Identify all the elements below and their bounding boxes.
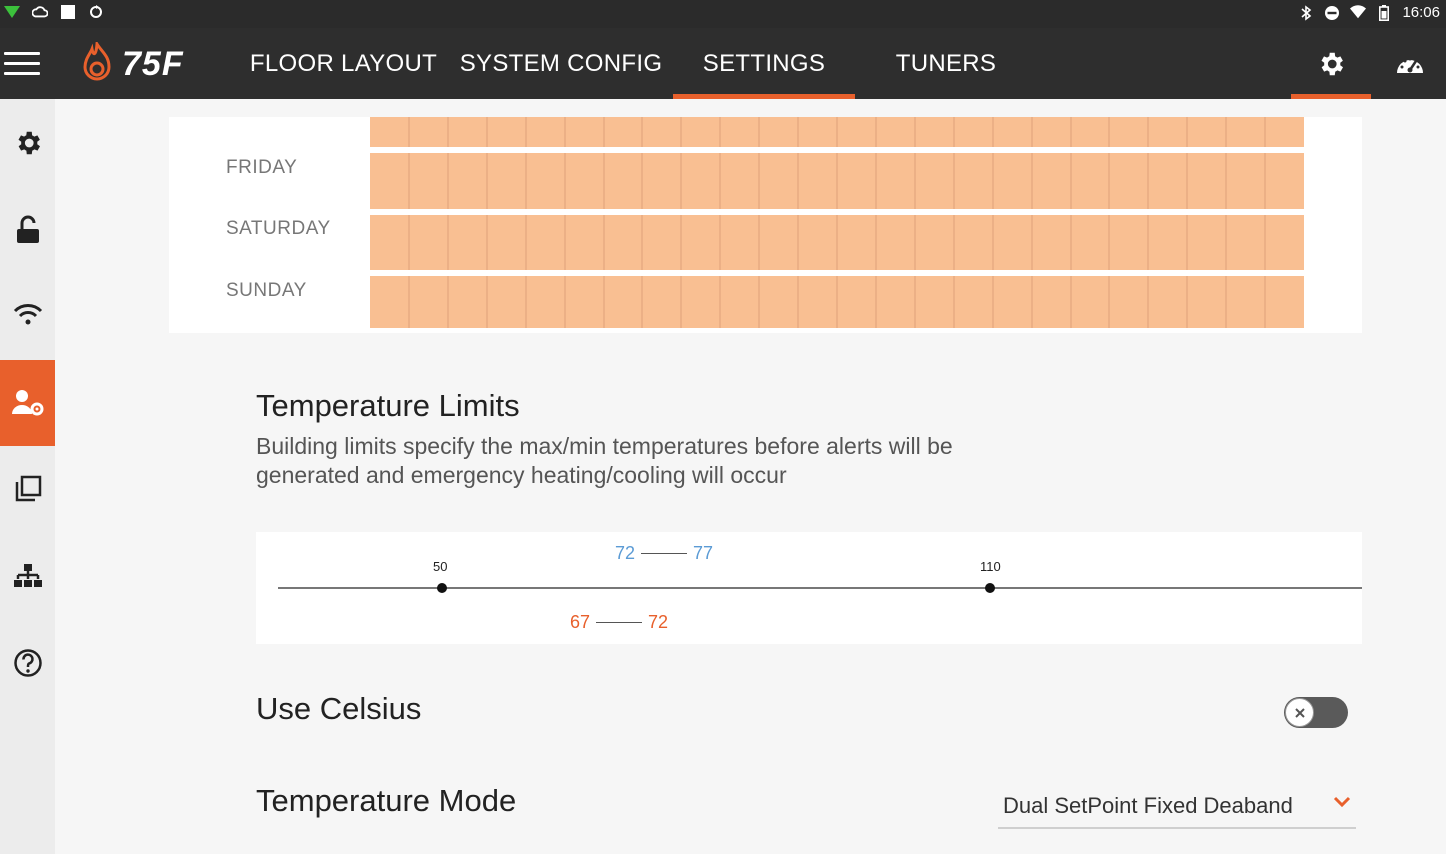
sidebar xyxy=(0,99,55,854)
temperature-mode-value: Dual SetPoint Fixed Deaband xyxy=(1003,793,1293,818)
schedule-grid[interactable] xyxy=(370,117,1304,328)
sync-icon xyxy=(88,4,104,20)
tab-label: FLOOR LAYOUT xyxy=(249,49,438,77)
chevron-down-icon xyxy=(1333,796,1351,808)
tab-tuners[interactable]: TUNERS xyxy=(873,28,1019,99)
heating-range[interactable]: 67 72 xyxy=(570,612,668,633)
cooling-high: 77 xyxy=(693,543,714,563)
heating-low: 67 xyxy=(570,612,591,632)
sidebar-item-security[interactable] xyxy=(0,200,55,260)
day-label-saturday: SATURDAY xyxy=(226,218,331,239)
unlock-icon xyxy=(16,215,39,243)
building-max-label: 110 xyxy=(980,559,1001,574)
close-icon xyxy=(1294,707,1305,718)
temperature-mode-label: Temperature Mode xyxy=(256,783,517,818)
tab-settings[interactable]: SETTINGS xyxy=(673,28,855,99)
heating-high: 72 xyxy=(648,612,669,632)
active-tab-indicator xyxy=(673,94,855,99)
dnd-icon xyxy=(1324,5,1340,21)
wifi-icon xyxy=(13,304,42,325)
sidebar-item-user-settings[interactable] xyxy=(0,360,55,446)
sidebar-item-network[interactable] xyxy=(0,546,55,606)
sidebar-item-help[interactable] xyxy=(0,633,55,693)
tab-label: SYSTEM CONFIG xyxy=(459,49,663,77)
building-max-handle[interactable] xyxy=(985,583,995,593)
bluetooth-icon xyxy=(1298,4,1314,21)
app-bar: 75F FLOOR LAYOUT SYSTEM CONFIG SETTINGS … xyxy=(0,28,1446,99)
active-icon-indicator xyxy=(1291,94,1371,99)
day-separator xyxy=(370,270,1304,276)
help-icon xyxy=(13,649,42,677)
tab-system-config[interactable]: SYSTEM CONFIG xyxy=(455,28,667,99)
settings-gear-icon xyxy=(18,131,40,155)
day-label-sunday: SUNDAY xyxy=(226,280,307,301)
building-min-label: 50 xyxy=(433,559,448,574)
temperature-limits-description: Building limits specify the max/min temp… xyxy=(256,433,953,488)
schedule-card: FRIDAY SATURDAY SUNDAY xyxy=(169,117,1362,333)
sidebar-item-wifi[interactable] xyxy=(0,285,55,345)
tab-label: SETTINGS xyxy=(702,49,826,77)
status-bar: 16:06 xyxy=(0,0,1446,28)
logo: 75F xyxy=(78,42,184,86)
sidebar-item-copy[interactable] xyxy=(0,459,55,519)
use-celsius-toggle[interactable] xyxy=(1284,697,1348,728)
cooling-low: 72 xyxy=(615,543,636,563)
settings-gear-icon xyxy=(1321,52,1343,75)
logo-flame-icon xyxy=(83,42,111,81)
tab-floor-layout[interactable]: FLOOR LAYOUT xyxy=(246,28,441,99)
signal-icon xyxy=(4,4,20,20)
copy-icon xyxy=(15,475,41,502)
day-separator xyxy=(370,209,1304,215)
range-dash xyxy=(596,622,643,623)
day-separator xyxy=(370,147,1304,153)
menu-icon[interactable] xyxy=(4,52,40,76)
square-icon xyxy=(60,4,76,20)
wifi-icon xyxy=(1350,5,1367,21)
temperature-limits-title: Temperature Limits xyxy=(256,388,520,423)
tab-label: TUNERS xyxy=(895,49,997,77)
settings-gear-button[interactable] xyxy=(1291,28,1371,99)
network-icon xyxy=(13,564,42,587)
status-time: 16:06 xyxy=(1402,4,1440,21)
use-celsius-label: Use Celsius xyxy=(256,691,422,726)
temperature-mode-dropdown[interactable]: Dual SetPoint Fixed Deaband xyxy=(998,785,1356,829)
dashboard-button[interactable] xyxy=(1382,28,1438,99)
range-dash xyxy=(641,553,688,554)
building-min-handle[interactable] xyxy=(437,583,447,593)
toggle-knob xyxy=(1285,698,1314,727)
sidebar-item-general[interactable] xyxy=(0,113,55,173)
logo-text: 75F xyxy=(122,44,184,83)
cooling-range[interactable]: 72 77 xyxy=(615,543,713,564)
day-label-friday: FRIDAY xyxy=(226,157,298,178)
cloud-icon xyxy=(32,4,48,20)
user-settings-icon xyxy=(11,390,43,416)
dashboard-gauge-icon xyxy=(1397,57,1423,73)
battery-icon xyxy=(1376,4,1392,21)
temperature-range-slider[interactable]: 50 110 72 77 67 72 xyxy=(256,532,1362,644)
